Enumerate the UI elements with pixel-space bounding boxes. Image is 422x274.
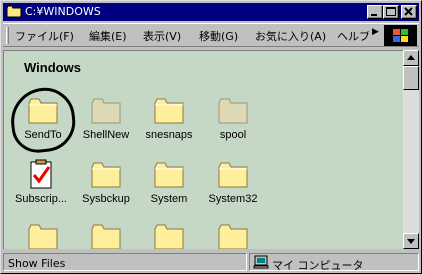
menu-file[interactable]: ファイル(F) <box>15 28 74 44</box>
folder-icon <box>218 224 248 249</box>
folder-icon <box>91 162 121 188</box>
folder-view[interactable]: Windows SendTo ShellNew snesnaps spool S… <box>3 50 403 249</box>
chevron-right-icon[interactable]: ▶ <box>372 27 379 37</box>
window-title: C:¥WINDOWS <box>25 5 101 18</box>
folder-dim-icon <box>91 98 121 124</box>
folder-item-sendto[interactable]: SendTo <box>8 95 78 147</box>
folder-dim-icon <box>218 98 248 124</box>
folder-item-system[interactable]: System <box>134 159 204 211</box>
close-icon <box>404 7 413 16</box>
arrow-up-icon <box>407 55 415 60</box>
folder-icon <box>218 162 248 188</box>
folder-item-snesnaps[interactable]: snesnaps <box>134 95 204 147</box>
menu-bar: ファイル(F) 編集(E) 表示(V) 移動(G) お気に入り(A) ヘルプ ▶ <box>3 23 419 47</box>
scroll-up-button[interactable] <box>403 50 419 66</box>
explorer-window: C:¥WINDOWS ファイル(F) 編集(E) 表示(V) 移動(G) お気に… <box>0 0 422 274</box>
title-bar[interactable]: C:¥WINDOWS <box>3 3 419 21</box>
folder-icon <box>6 5 22 18</box>
item-label: System32 <box>208 193 258 205</box>
item-label: ShellNew <box>82 129 130 141</box>
item-label: Sysbckup <box>82 193 130 205</box>
menu-help[interactable]: ヘルプ <box>337 28 369 44</box>
menu-favorites[interactable]: お気に入り(A) <box>255 28 326 44</box>
folder-icon <box>154 98 184 124</box>
folder-icon <box>28 98 58 124</box>
folder-item-system32[interactable]: System32 <box>198 159 268 211</box>
status-text: Show Files <box>8 257 66 270</box>
folder-item[interactable] <box>198 221 268 249</box>
maximize-icon <box>386 7 396 16</box>
folder-item[interactable] <box>8 221 78 249</box>
arrow-down-icon <box>407 239 415 244</box>
status-location: マイ コンピュータ <box>272 259 364 272</box>
folder-item-sysbckup[interactable]: Sysbckup <box>71 159 141 211</box>
item-label: Subscrip... <box>15 193 67 205</box>
vertical-scrollbar[interactable] <box>403 50 419 249</box>
status-panel-left: Show Files <box>3 253 247 271</box>
item-label: System <box>150 193 188 205</box>
folder-icon <box>154 224 184 249</box>
folder-icon <box>91 224 121 249</box>
folder-item[interactable] <box>71 221 141 249</box>
folder-icon <box>28 224 58 249</box>
folder-item[interactable] <box>134 221 204 249</box>
minimize-icon <box>371 14 377 16</box>
folder-title: Windows <box>24 60 81 75</box>
status-panel-right: マイ コンピュータ <box>249 253 419 272</box>
folder-icon <box>154 162 184 188</box>
folder-item-shellnew[interactable]: ShellNew <box>71 95 141 147</box>
clipboard-check-icon <box>30 159 52 189</box>
menu-grip[interactable] <box>6 27 9 44</box>
minimize-button[interactable] <box>367 5 383 19</box>
folder-item-subscriptions[interactable]: Subscrip... <box>6 159 76 211</box>
menu-edit[interactable]: 編集(E) <box>89 28 127 44</box>
my-computer-icon <box>253 255 269 269</box>
item-label: SendTo <box>24 129 62 141</box>
menu-view[interactable]: 表示(V) <box>143 28 181 44</box>
maximize-button[interactable] <box>383 5 399 19</box>
windows-logo-icon <box>384 25 417 46</box>
item-label: spool <box>219 129 247 141</box>
menu-go[interactable]: 移動(G) <box>199 28 238 44</box>
close-button[interactable] <box>401 5 417 19</box>
scroll-down-button[interactable] <box>403 233 419 249</box>
item-label: snesnaps <box>145 129 193 141</box>
status-bar: Show Files マイ コンピュータ <box>3 252 419 272</box>
scroll-thumb[interactable] <box>403 66 419 90</box>
folder-item-spool[interactable]: spool <box>198 95 268 147</box>
